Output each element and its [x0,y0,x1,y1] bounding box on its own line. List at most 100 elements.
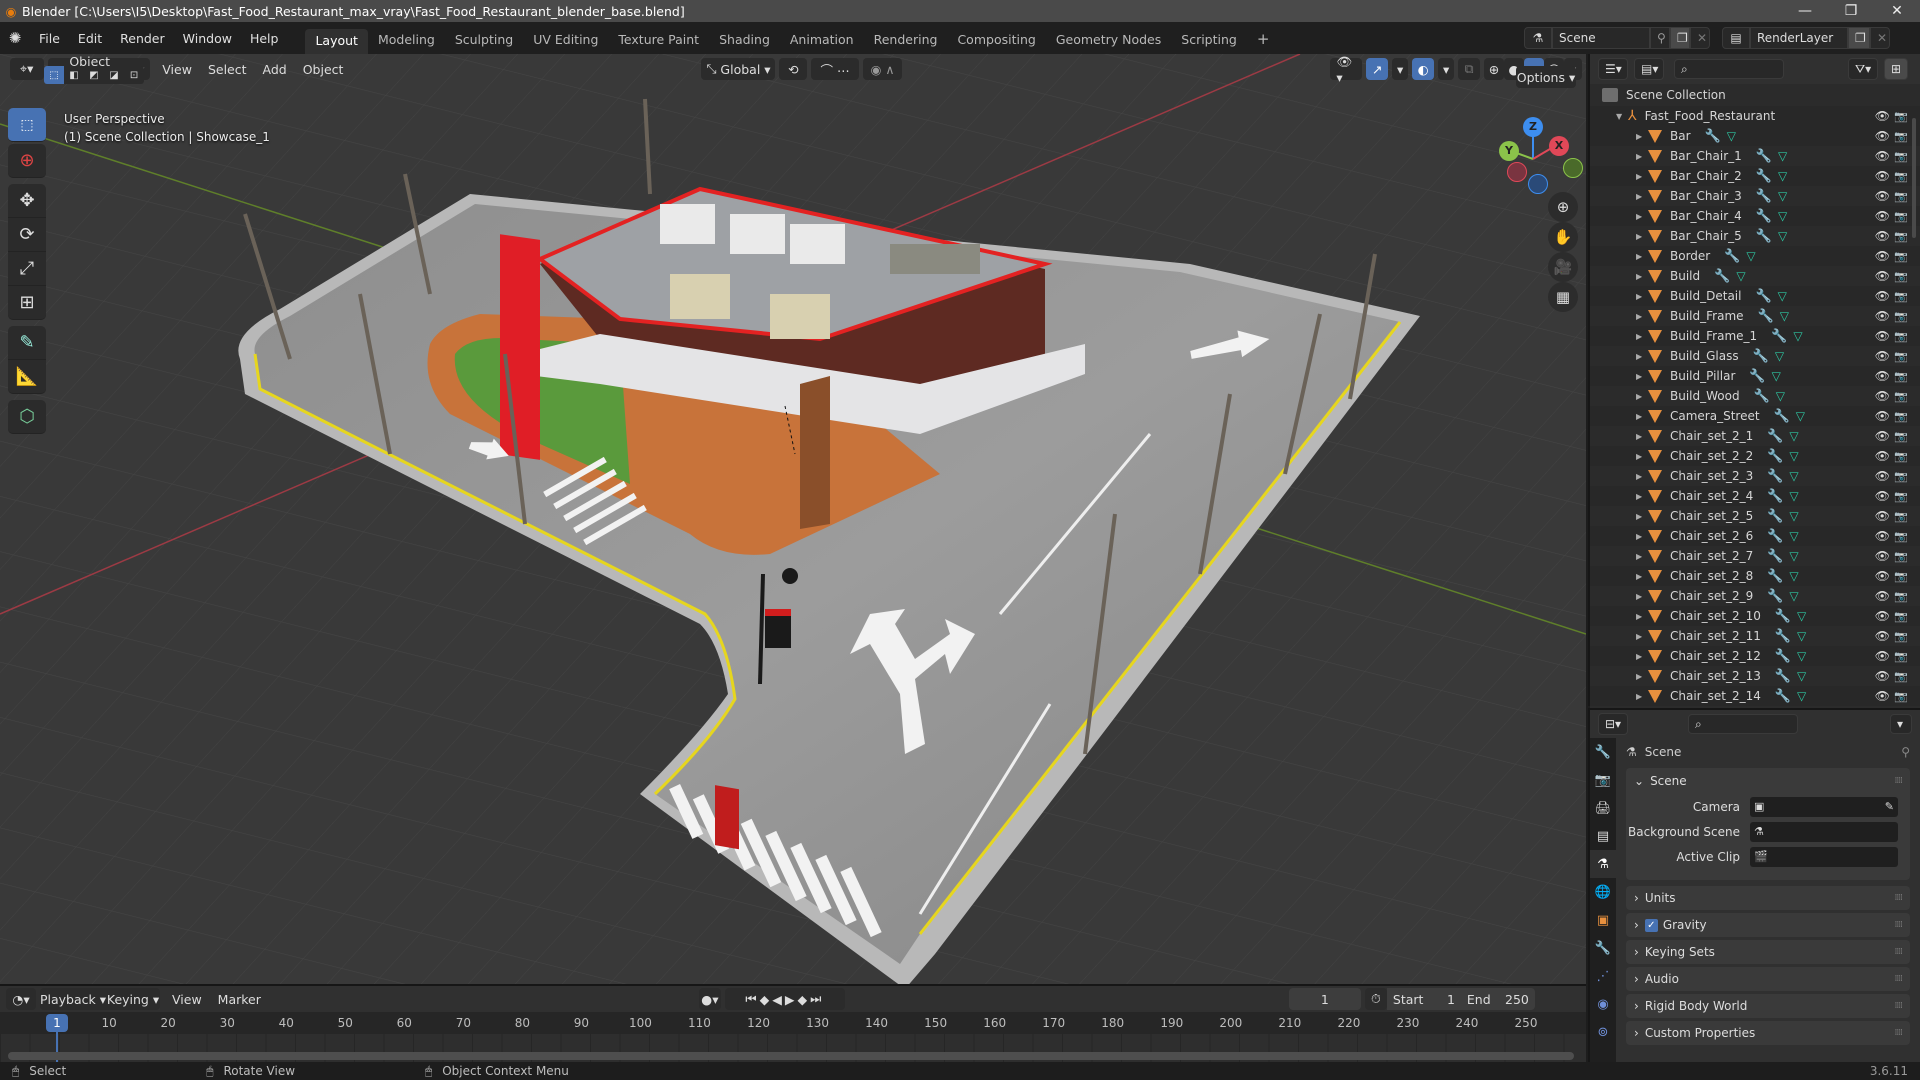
expand-arrow-icon[interactable]: ▶ [1636,692,1648,701]
tab-animation[interactable]: Animation [780,28,864,51]
mesh-data-icon[interactable]: ▽ [1797,669,1806,683]
playhead-frame-label[interactable]: 1 [46,1014,68,1032]
camera-field[interactable]: ▣ ✎ [1750,796,1898,817]
outliner-item[interactable]: ▶ Build_Wood 🔧 ▽ 👁 📷 [1590,386,1920,406]
visibility-eye-icon[interactable]: 👁 [1875,449,1890,463]
modifier-wrench-icon[interactable]: 🔧 [1775,669,1791,684]
modifier-wrench-icon[interactable]: 🔧 [1714,269,1730,284]
visibility-selectability-button[interactable]: 👁▾ [1330,54,1363,85]
modifier-wrench-icon[interactable]: 🔧 [1771,329,1787,344]
mesh-data-icon[interactable]: ▽ [1772,369,1781,383]
render-camera-icon[interactable]: 📷 [1894,430,1908,443]
select-extend-icon[interactable]: ◧ [64,66,84,84]
end-frame-field[interactable]: End 250 [1460,988,1535,1010]
render-camera-icon[interactable]: 📷 [1894,370,1908,383]
drag-grip-icon[interactable]: ⁞⁞⁞⁞ [1895,893,1904,903]
render-camera-icon[interactable]: 📷 [1894,650,1908,663]
expand-arrow-icon[interactable]: ▶ [1636,552,1648,561]
next-keyframe-icon[interactable]: ◆ [798,992,811,1007]
tool-tab-icon[interactable]: 🔧 [1590,738,1616,766]
mesh-data-icon[interactable]: ▽ [1797,629,1806,643]
panel-custom-properties[interactable]: › Custom Properties ⁞⁞⁞⁞ [1626,1021,1910,1045]
render-camera-icon[interactable]: 📷 [1894,630,1908,643]
mesh-data-icon[interactable]: ▽ [1789,449,1798,463]
mesh-data-icon[interactable]: ▽ [1778,189,1787,203]
expand-arrow-icon[interactable]: ▶ [1636,332,1648,341]
expand-arrow-icon[interactable]: ▶ [1636,492,1648,501]
render-camera-icon[interactable]: 📷 [1894,170,1908,183]
timeline-view-menu[interactable]: View [164,992,210,1007]
panel-rigid-body-world[interactable]: › Rigid Body World ⁞⁞⁞⁞ [1626,994,1910,1018]
mesh-data-icon[interactable]: ▽ [1789,509,1798,523]
visibility-eye-icon[interactable]: 👁 [1875,109,1890,123]
axis-neg-x[interactable] [1507,162,1527,182]
mesh-data-icon[interactable]: ▽ [1797,649,1806,663]
panel-keying-sets[interactable]: › Keying Sets ⁞⁞⁞⁞ [1626,940,1910,964]
pan-view-icon[interactable]: ✋ [1548,222,1578,252]
drag-grip-icon[interactable]: ⁞⁞⁞⁞ [1895,947,1904,957]
transform-orientation-selector[interactable]: ⤡ Global ▾ [701,58,776,80]
render-camera-icon[interactable]: 📷 [1894,610,1908,623]
render-camera-icon[interactable]: 📷 [1894,250,1908,263]
measure-tool[interactable]: 📐 [8,360,46,394]
render-camera-icon[interactable]: 📷 [1894,390,1908,403]
tab-shading[interactable]: Shading [709,28,780,51]
active-clip-field[interactable]: 🎬 [1750,846,1898,867]
mesh-data-icon[interactable]: ▽ [1778,289,1787,303]
annotate-tool[interactable]: ✎ [8,326,46,360]
scene-collection-row[interactable]: Scene Collection [1590,84,1920,106]
visibility-eye-icon[interactable]: 👁 [1875,289,1890,303]
visibility-eye-icon[interactable]: 👁 [1875,509,1890,523]
visibility-eye-icon[interactable]: 👁 [1875,669,1890,683]
expand-arrow-icon[interactable]: ▶ [1636,252,1648,261]
maximize-button[interactable]: ❐ [1828,0,1874,22]
mesh-data-icon[interactable]: ▽ [1775,349,1784,363]
expand-arrow-icon[interactable]: ▶ [1636,672,1648,681]
mesh-data-icon[interactable]: ▽ [1797,609,1806,623]
outliner-item[interactable]: ▶ Build_Glass 🔧 ▽ 👁 📷 [1590,346,1920,366]
visibility-eye-icon[interactable]: 👁 [1875,229,1890,243]
properties-search-input[interactable]: ⌕ [1688,714,1798,734]
expand-arrow-icon[interactable]: ▶ [1636,352,1648,361]
render-camera-icon[interactable]: 📷 [1894,190,1908,203]
editor-type-button[interactable]: ⌖▾ [9,58,44,80]
modifier-wrench-icon[interactable]: 🔧 [1775,629,1791,644]
visibility-eye-icon[interactable]: 👁 [1875,249,1890,263]
outliner-item[interactable]: ▶ Bar_Chair_4 🔧 ▽ 👁 📷 [1590,206,1920,226]
render-camera-icon[interactable]: 📷 [1894,470,1908,483]
proportional-editing-button[interactable]: ◉ ∧ [862,58,903,80]
show-gizmo-button[interactable]: ↗ [1366,58,1389,80]
overlays-dropdown[interactable]: ▾ [1438,58,1455,80]
expand-arrow-icon[interactable]: ▶ [1636,212,1648,221]
expand-arrow-icon[interactable]: ▶ [1636,392,1648,401]
visibility-eye-icon[interactable]: 👁 [1875,169,1890,183]
gravity-checkbox[interactable]: ✓ [1644,918,1658,932]
start-frame-field[interactable]: Start 1 [1386,988,1461,1010]
tab-geometry-nodes[interactable]: Geometry Nodes [1046,28,1171,51]
modifier-tab-icon[interactable]: 🔧 [1590,934,1616,962]
modifier-wrench-icon[interactable]: 🔧 [1756,189,1772,204]
render-tab-icon[interactable]: 📷 [1590,766,1616,794]
axis-y[interactable]: Y [1499,141,1519,161]
pin-icon[interactable]: ⚲ [1650,27,1670,49]
outliner-item[interactable]: ▶ Build_Detail 🔧 ▽ 👁 📷 [1590,286,1920,306]
visibility-eye-icon[interactable]: 👁 [1875,569,1890,583]
snap-button[interactable]: ⌒ ⋯ [811,58,859,80]
display-mode-icon[interactable]: ▤▾ [1634,58,1664,80]
outliner-item[interactable]: ▶ Bar_Chair_2 🔧 ▽ 👁 📷 [1590,166,1920,186]
keying-menu[interactable]: Keying ▾ [106,988,160,1010]
axis-neg-y[interactable] [1563,158,1583,178]
modifier-wrench-icon[interactable]: 🔧 [1767,469,1783,484]
render-camera-icon[interactable]: 📷 [1894,570,1908,583]
mesh-data-icon[interactable]: ▽ [1797,689,1806,703]
mesh-data-icon[interactable]: ▽ [1789,569,1798,583]
expand-arrow-icon[interactable]: ▶ [1636,612,1648,621]
menu-edit[interactable]: Edit [69,31,111,46]
expand-arrow-icon[interactable]: ▶ [1636,452,1648,461]
select-subtract-icon[interactable]: ◩ [84,66,104,84]
expand-arrow-icon[interactable]: ▶ [1636,512,1648,521]
current-frame-field[interactable]: 1 [1288,988,1361,1010]
expand-arrow-icon[interactable]: ▶ [1636,272,1648,281]
visibility-eye-icon[interactable]: 👁 [1875,529,1890,543]
delete-view-layer-icon[interactable]: ✕ [1870,27,1890,49]
